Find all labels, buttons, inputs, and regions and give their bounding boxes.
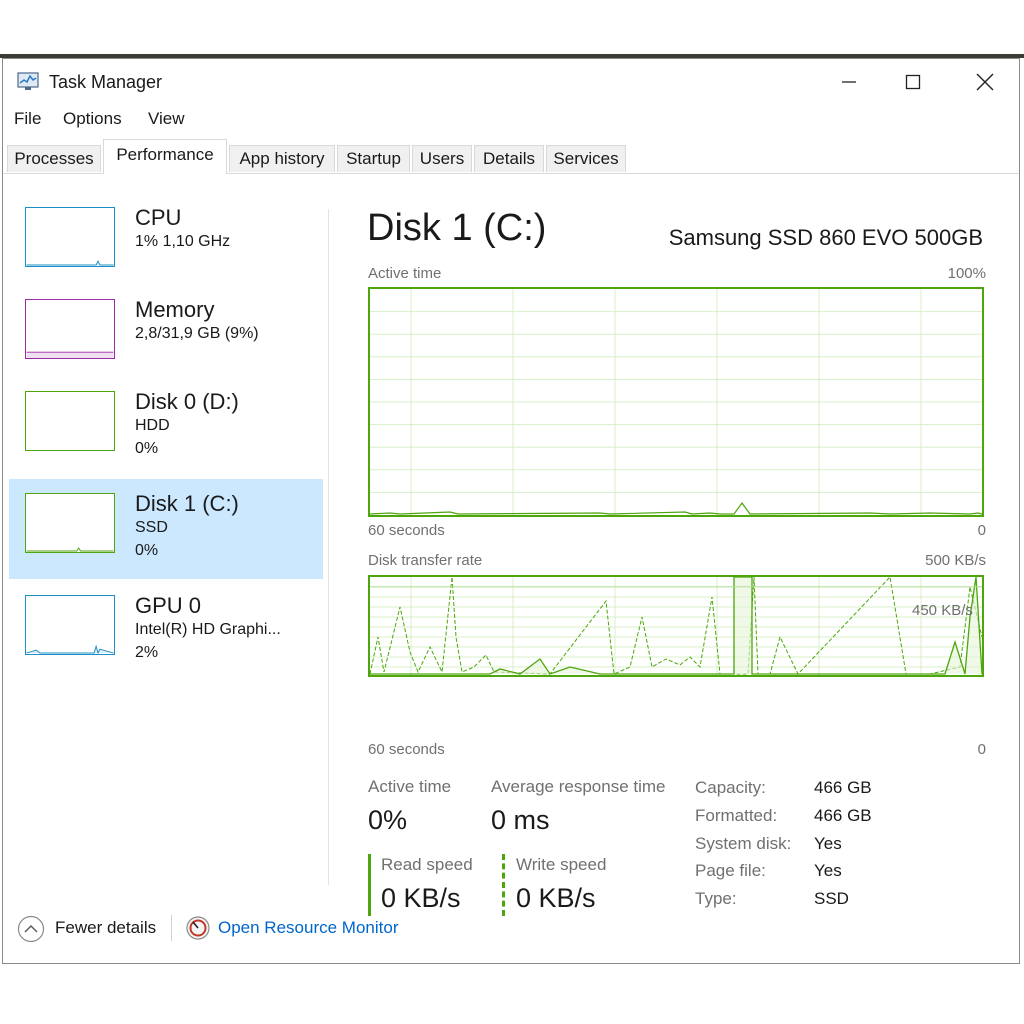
- info-value: Yes: [814, 834, 842, 853]
- footer-bar: Fewer details Open Resource Monitor: [3, 905, 1019, 955]
- active-time-graph: [368, 287, 984, 517]
- sidebar-item-cpu[interactable]: CPU 1% 1,10 GHz: [9, 189, 323, 289]
- tab-processes[interactable]: Processes: [7, 145, 101, 172]
- disk-transfer-rate-graph: [368, 575, 984, 677]
- memory-thumbnail-graph: [25, 299, 115, 359]
- menu-bar: File Options View: [3, 105, 1019, 135]
- menu-options[interactable]: Options: [63, 109, 122, 129]
- sidebar-item-gpu-0[interactable]: GPU 0 Intel(R) HD Graphi... 2%: [9, 581, 323, 681]
- sidebar-title: Memory: [135, 297, 215, 322]
- graph2-max: 500 KB/s: [925, 552, 986, 569]
- graph2-label: Disk transfer rate: [368, 552, 483, 569]
- info-value: 466 GB: [814, 806, 872, 825]
- graph2-x-right: 0: [977, 741, 986, 758]
- close-button[interactable]: [955, 65, 1015, 99]
- sidebar-title: Disk 1 (C:): [135, 491, 239, 516]
- graph1-label: Active time: [368, 265, 442, 282]
- title-bar[interactable]: Task Manager: [3, 59, 1019, 105]
- resource-sidebar: CPU 1% 1,10 GHz Memory 2,8/31,9 GB (9%) …: [9, 189, 323, 889]
- avg-response-label: Average response time: [491, 777, 666, 796]
- sidebar-sub: SSD: [135, 519, 168, 536]
- tab-services[interactable]: Services: [546, 145, 626, 172]
- tab-details[interactable]: Details: [474, 145, 544, 172]
- maximize-button[interactable]: [883, 65, 943, 99]
- task-manager-icon: [17, 72, 39, 90]
- maximize-icon: [905, 74, 921, 90]
- sidebar-sub: HDD: [135, 417, 170, 434]
- write-speed-label: Write speed: [516, 855, 607, 874]
- resource-monitor-icon: [186, 916, 210, 940]
- active-time-value: 0%: [368, 805, 408, 835]
- read-speed-label: Read speed: [381, 855, 473, 874]
- sidebar-sub: 1% 1,10 GHz: [135, 233, 231, 250]
- sidebar-sub: Intel(R) HD Graphi...: [135, 621, 281, 638]
- active-time-label: Active time: [368, 777, 452, 796]
- chevron-up-icon[interactable]: [17, 915, 45, 943]
- minimize-icon: [842, 81, 856, 83]
- close-icon: [976, 73, 994, 91]
- disk-detail-panel: Disk 1 (C:) Samsung SSD 860 EVO 500GB Ac…: [343, 189, 1003, 916]
- disk-model: Samsung SSD 860 EVO 500GB: [668, 225, 983, 250]
- graph2-line-label: 450 KB/s: [912, 602, 973, 619]
- info-label: System disk:: [695, 834, 792, 853]
- info-value: Yes: [814, 861, 842, 880]
- sidebar-item-disk-0[interactable]: Disk 0 (D:) HDD 0%: [9, 373, 323, 473]
- disk1-thumbnail-graph: [25, 493, 115, 553]
- minimize-button[interactable]: [819, 65, 879, 99]
- sidebar-item-disk-1[interactable]: Disk 1 (C:) SSD 0%: [9, 479, 323, 579]
- info-label: Capacity:: [695, 778, 766, 797]
- footer-divider: [171, 915, 172, 941]
- window-title: Task Manager: [49, 72, 163, 92]
- open-resource-monitor-link[interactable]: Open Resource Monitor: [218, 918, 398, 938]
- graph1-x-left: 60 seconds: [368, 522, 445, 539]
- sidebar-sub2: 0%: [135, 440, 159, 457]
- sidebar-title: Disk 0 (D:): [135, 389, 239, 414]
- sidebar-sub: 2,8/31,9 GB (9%): [135, 325, 259, 342]
- sidebar-title: GPU 0: [135, 593, 202, 618]
- graph1-max: 100%: [947, 265, 986, 282]
- disk0-thumbnail-graph: [25, 391, 115, 451]
- tab-performance[interactable]: Performance: [103, 139, 227, 174]
- tab-startup[interactable]: Startup: [337, 145, 410, 172]
- info-label: Page file:: [695, 861, 766, 880]
- sidebar-divider: [328, 209, 329, 885]
- page-title: Disk 1 (C:): [367, 207, 547, 249]
- sidebar-sub2: 0%: [135, 542, 159, 559]
- info-label: Formatted:: [695, 806, 778, 825]
- sidebar-item-memory[interactable]: Memory 2,8/31,9 GB (9%): [9, 281, 323, 381]
- fewer-details-link[interactable]: Fewer details: [55, 918, 156, 938]
- menu-file[interactable]: File: [14, 109, 41, 129]
- graph1-x-right: 0: [977, 522, 986, 539]
- sidebar-title: CPU: [135, 205, 182, 230]
- tab-users[interactable]: Users: [412, 145, 472, 172]
- menu-view[interactable]: View: [148, 109, 185, 129]
- info-value: 466 GB: [814, 778, 872, 797]
- cpu-thumbnail-graph: [25, 207, 115, 267]
- tab-bar: Processes Performance App history Startu…: [3, 139, 1019, 174]
- tab-app-history[interactable]: App history: [229, 145, 335, 172]
- avg-response-value: 0 ms: [491, 805, 550, 835]
- graph2-x-left: 60 seconds: [368, 741, 445, 758]
- gpu-thumbnail-graph: [25, 595, 115, 655]
- sidebar-sub2: 2%: [135, 644, 159, 661]
- task-manager-window: Task Manager File Options View Processes…: [2, 58, 1020, 964]
